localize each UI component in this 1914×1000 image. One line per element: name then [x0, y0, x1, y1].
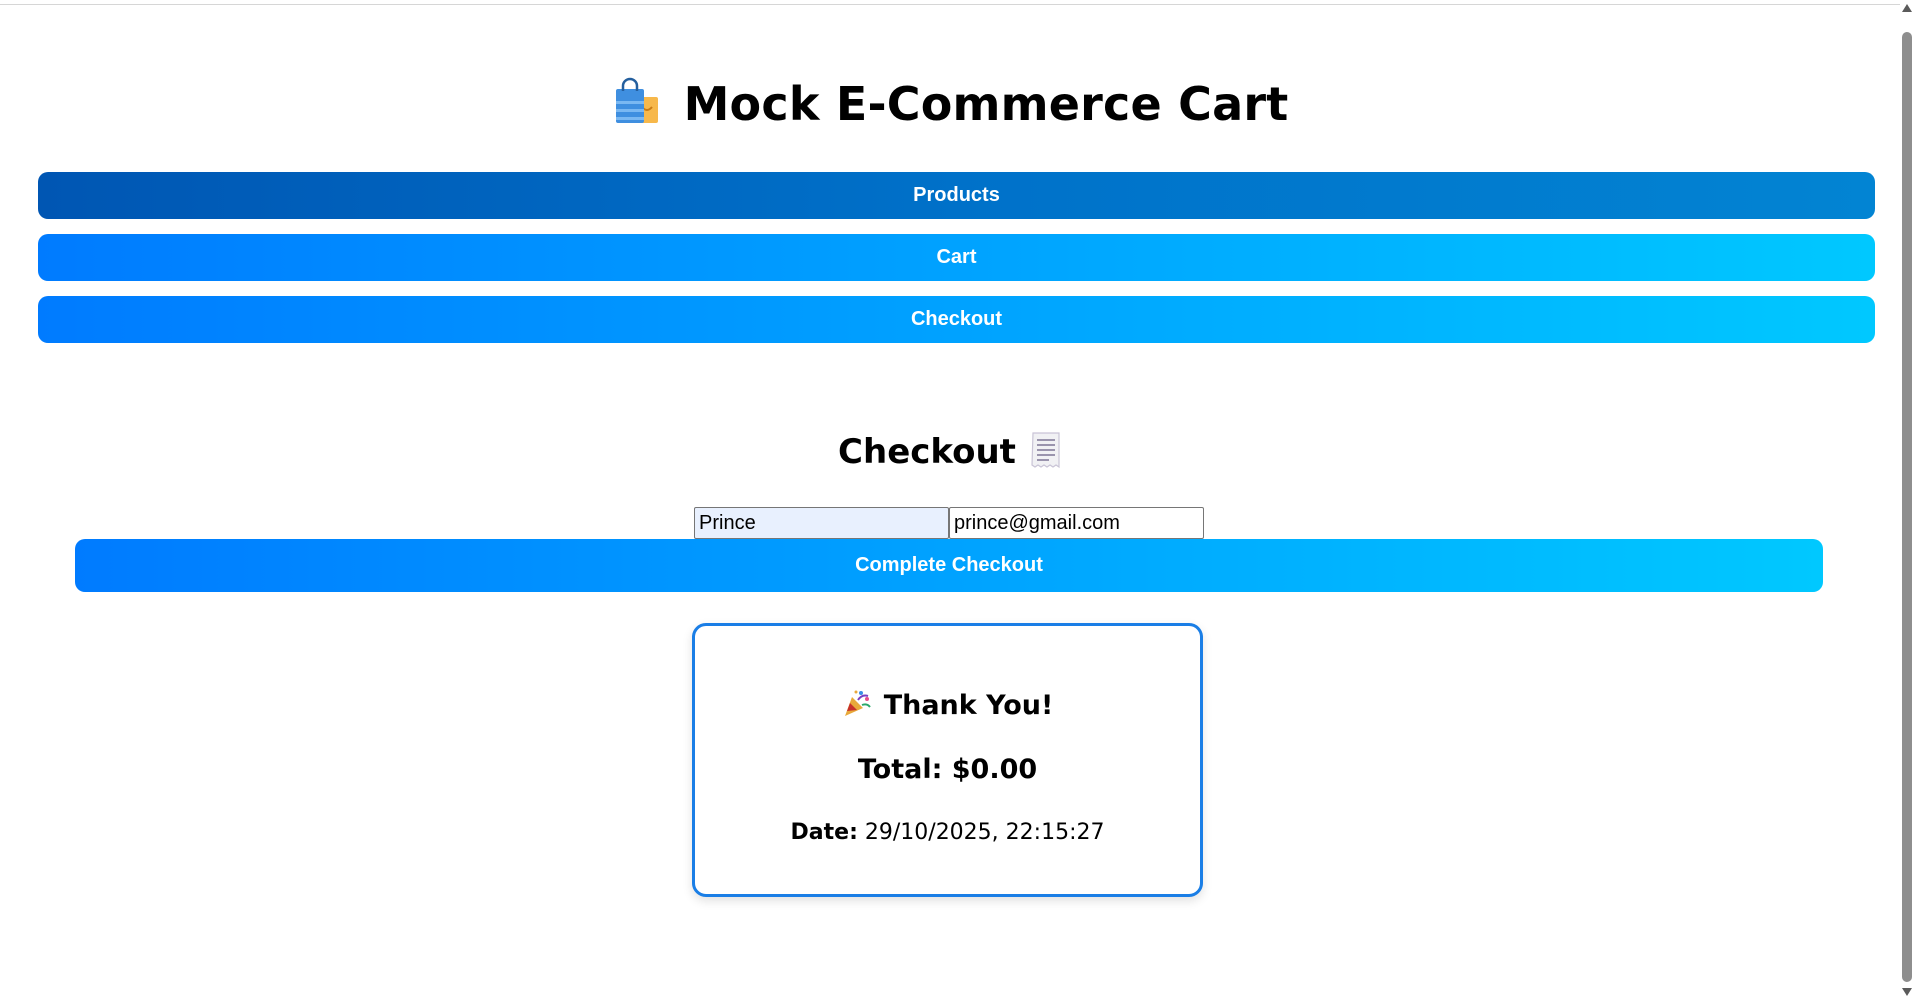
nav-checkout-button[interactable]: Checkout: [38, 296, 1875, 343]
party-popper-icon: [842, 688, 872, 723]
app-title: Mock E-Commerce Cart: [683, 77, 1289, 131]
thank-you-text: Thank You!: [883, 690, 1054, 721]
scroll-up-arrow-icon[interactable]: [1902, 4, 1912, 12]
nav-cart-button[interactable]: Cart: [38, 234, 1875, 281]
scroll-down-arrow-icon[interactable]: [1902, 988, 1912, 996]
name-input[interactable]: [694, 507, 949, 539]
complete-checkout-button[interactable]: Complete Checkout: [75, 539, 1823, 592]
receipt-icon: [1030, 431, 1062, 474]
date-value: 29/10/2025, 22:15:27: [864, 820, 1105, 845]
app-header: Mock E-Commerce Cart: [0, 72, 1900, 136]
order-date: Date: 29/10/2025, 22:15:27: [695, 820, 1200, 845]
date-label: Date:: [790, 820, 858, 845]
checkout-title: Checkout: [838, 432, 1016, 472]
checkout-header: Checkout: [0, 424, 1900, 480]
receipt-card: Thank You! Total: $0.00 Date: 29/10/2025…: [692, 623, 1203, 897]
email-input[interactable]: [949, 507, 1204, 539]
scrollbar-thumb[interactable]: [1902, 32, 1912, 982]
vertical-scrollbar[interactable]: [1900, 0, 1914, 1000]
page: Mock E-Commerce Cart Products Cart Check…: [0, 0, 1900, 1000]
shopping-bags-icon: [612, 77, 662, 132]
order-total: Total: $0.00: [857, 754, 1038, 785]
receipt-title: Thank You!: [695, 688, 1200, 723]
nav-products-button[interactable]: Products: [38, 172, 1875, 219]
checkout-form: [694, 507, 1204, 539]
